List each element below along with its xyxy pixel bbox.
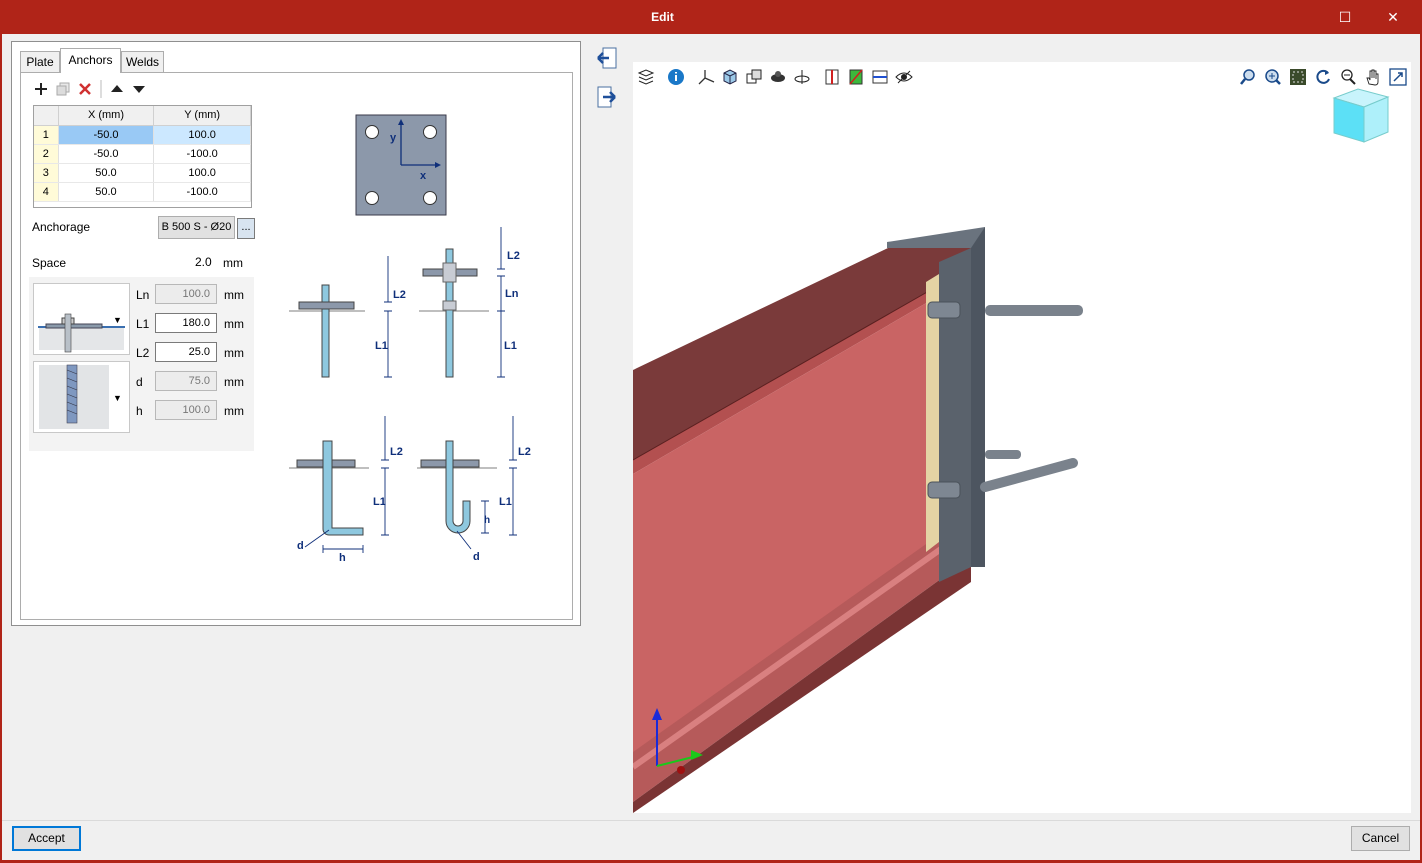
x-cell[interactable]: 50.0	[58, 182, 155, 202]
maximize-button[interactable]: ☐	[1333, 6, 1357, 28]
x-cell[interactable]: -50.0	[58, 125, 155, 145]
table-row[interactable]: 3 50.0 100.0	[34, 163, 251, 183]
anchor-parameters-area: ▼ ▼ Ln 100.0 mm L1 180.0 mm L2 25.0 mm d…	[29, 277, 254, 451]
x-column-header: X (mm)	[58, 106, 155, 126]
h-field[interactable]: 100.0	[155, 400, 217, 420]
3d-view[interactable]	[633, 62, 1411, 813]
l1-field[interactable]: 180.0	[155, 313, 217, 333]
diagram-x-label: x	[420, 170, 427, 182]
x-cell[interactable]: 50.0	[58, 163, 155, 183]
tab-anchors[interactable]: Anchors	[60, 48, 121, 73]
anchor-coordinates-table: X (mm) Y (mm) 1 -50.0 100.0 2 -50.0 -100…	[33, 105, 252, 208]
dialog-button-bar: Accept Cancel	[2, 820, 1420, 860]
anchor-diagrams: y x L2 L1 L2 Ln L1 L2 L1 d h L2 L1 h d	[283, 103, 538, 593]
left-panel: Plate Anchors Welds X (mm) Y (mm) 1 -50.…	[11, 41, 581, 626]
bond-type-dropdown-arrow[interactable]: ▼	[113, 393, 122, 403]
diagram3-l1-label: L1	[373, 496, 386, 508]
space-unit: mm	[223, 256, 243, 270]
dialog-client: Plate Anchors Welds X (mm) Y (mm) 1 -50.…	[2, 34, 1420, 860]
table-row[interactable]: 4 50.0 -100.0	[34, 182, 251, 202]
ln-unit: mm	[224, 288, 244, 302]
diagram3-d-label: d	[297, 540, 304, 552]
diagram2-l1-label: L1	[504, 340, 517, 352]
add-row-icon[interactable]	[33, 81, 49, 102]
y-cell[interactable]: -100.0	[153, 182, 251, 202]
move-up-icon[interactable]	[109, 81, 125, 102]
diagram2-l2-label: L2	[507, 250, 520, 262]
diagram4-l1-label: L1	[499, 496, 512, 508]
table-header-row: X (mm) Y (mm)	[34, 106, 251, 126]
diagram4-h-label: h	[484, 515, 490, 526]
diagram2-ln-label: Ln	[505, 288, 519, 300]
l2-unit: mm	[224, 346, 244, 360]
l2-label: L2	[136, 346, 150, 360]
diagram1-l1-label: L1	[375, 340, 388, 352]
diagram4-l2-label: L2	[518, 446, 531, 458]
tab-plate[interactable]: Plate	[20, 51, 60, 72]
anchorage-more-button[interactable]: ...	[237, 218, 255, 239]
anchors-tab-content: X (mm) Y (mm) 1 -50.0 100.0 2 -50.0 -100…	[20, 72, 573, 620]
anchorage-select-button[interactable]: B 500 S - Ø20	[158, 216, 235, 239]
window-title: Edit	[651, 10, 674, 24]
title-bar: Edit ☐ ✕	[0, 0, 1422, 34]
y-cell[interactable]: -100.0	[153, 144, 251, 164]
row-number: 2	[34, 144, 59, 164]
ln-label: Ln	[136, 288, 150, 302]
h-unit: mm	[224, 404, 244, 418]
ln-field[interactable]: 100.0	[155, 284, 217, 304]
table-row[interactable]: 2 -50.0 -100.0	[34, 144, 251, 164]
delete-row-icon[interactable]	[77, 81, 93, 102]
cancel-button[interactable]: Cancel	[1351, 826, 1410, 851]
diagram1-l2-label: L2	[393, 289, 406, 301]
accept-button[interactable]: Accept	[12, 826, 81, 851]
diagram3-h-label: h	[339, 552, 346, 564]
diagram-y-label: y	[390, 132, 397, 144]
diagram3-l2-label: L2	[390, 446, 403, 458]
3d-model-render	[633, 227, 1083, 813]
toolbar-separator	[99, 80, 103, 103]
space-value: 2.0	[195, 255, 212, 269]
table-row[interactable]: 1 -50.0 100.0	[34, 125, 251, 145]
d-unit: mm	[224, 375, 244, 389]
close-window-button[interactable]: ✕	[1381, 6, 1405, 28]
export-arrow-icon[interactable]	[595, 85, 619, 109]
import-arrow-icon[interactable]	[595, 46, 619, 70]
l2-field[interactable]: 25.0	[155, 342, 217, 362]
d-field[interactable]: 75.0	[155, 371, 217, 391]
move-down-icon[interactable]	[131, 81, 147, 102]
tab-welds[interactable]: Welds	[121, 51, 164, 72]
row-number: 1	[34, 125, 59, 145]
d-label: d	[136, 375, 143, 389]
space-label: Space	[32, 256, 67, 270]
edit-window: Edit ☐ ✕ Plate Anchors Welds X (mm) Y (m…	[0, 0, 1422, 863]
l1-unit: mm	[224, 317, 244, 331]
anchorage-label: Anchorage	[32, 220, 91, 234]
l1-label: L1	[136, 317, 150, 331]
y-cell[interactable]: 100.0	[153, 125, 251, 145]
copy-row-icon[interactable]	[55, 81, 71, 102]
y-cell[interactable]: 100.0	[153, 163, 251, 183]
h-label: h	[136, 404, 143, 418]
row-number: 3	[34, 163, 59, 183]
head-type-dropdown-arrow[interactable]: ▼	[113, 315, 122, 325]
row-number-header	[34, 106, 59, 126]
diagram4-d-label: d	[473, 551, 480, 563]
y-column-header: Y (mm)	[153, 106, 251, 126]
row-number: 4	[34, 182, 59, 202]
x-cell[interactable]: -50.0	[58, 144, 155, 164]
